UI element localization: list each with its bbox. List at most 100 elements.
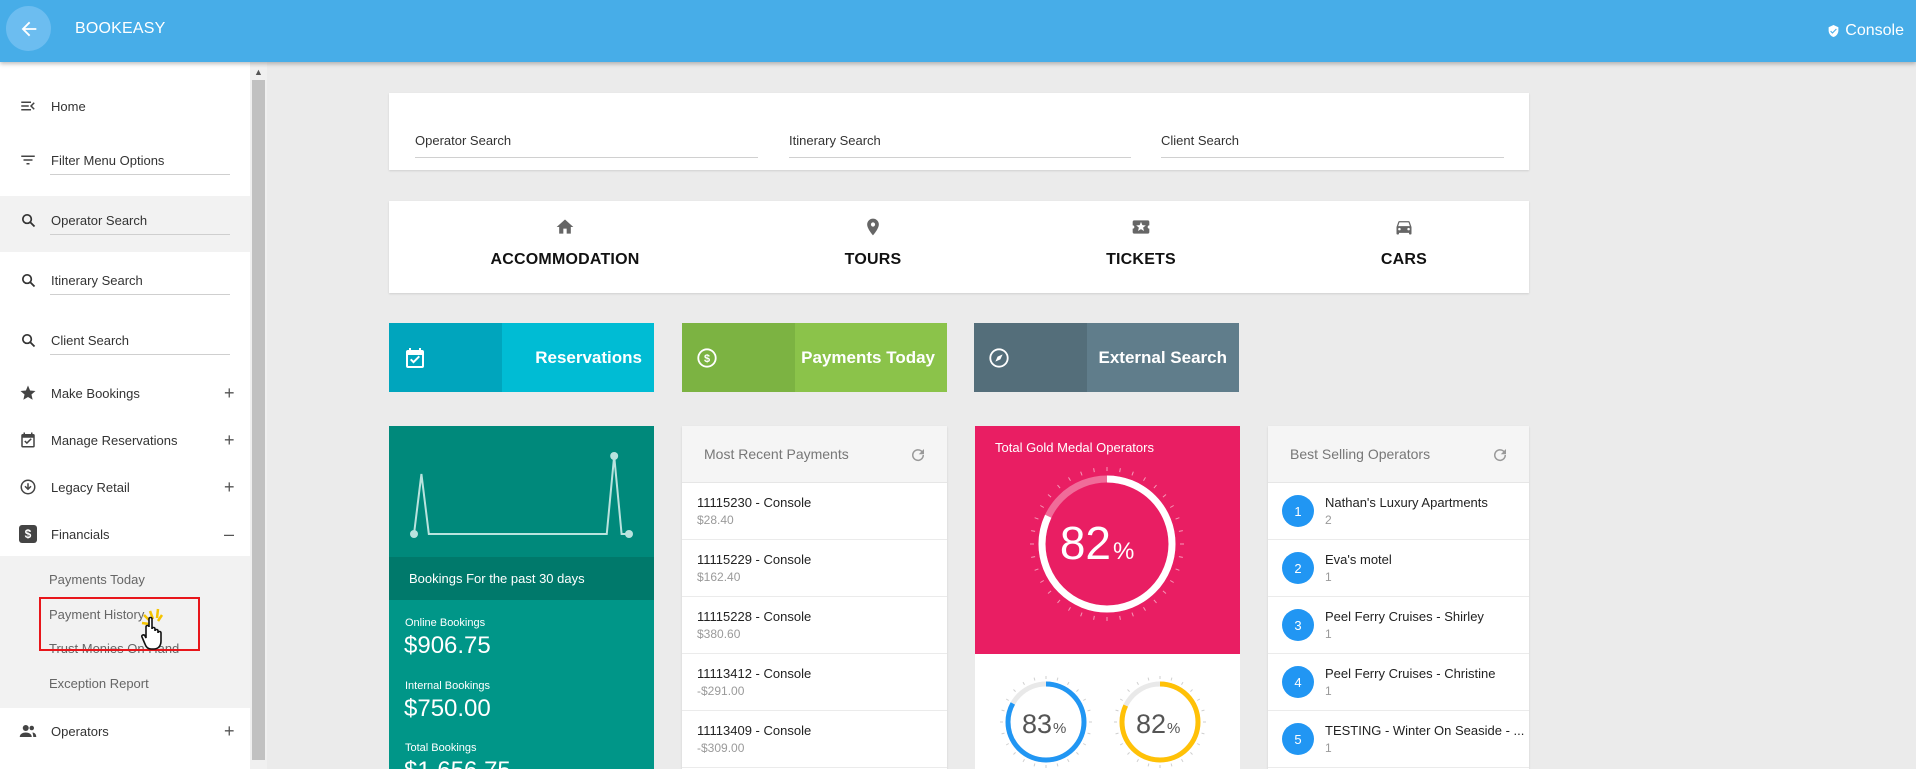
sidebar-operator-search[interactable]: Operator Search <box>0 198 250 242</box>
category-cars[interactable]: CARS <box>1304 201 1504 293</box>
gauge-tick <box>1022 681 1025 686</box>
gauge-tick <box>1001 709 1005 712</box>
sidebar-item-legacy-retail[interactable]: Legacy Retail + <box>0 465 250 509</box>
expand-plus-icon[interactable]: + <box>224 478 235 496</box>
main-gauge: 82 % <box>1030 467 1184 621</box>
submenu-payments-today[interactable]: Payments Today <box>49 572 145 587</box>
operator-row[interactable]: 4 Peel Ferry Cruises - Christine 1 <box>1268 654 1529 711</box>
operator-row[interactable]: 3 Peel Ferry Cruises - Shirley 1 <box>1268 597 1529 654</box>
best-selling-card: Best Selling Operators 1 Nathan's Luxury… <box>1268 426 1529 769</box>
itinerary-search-input[interactable]: Itinerary Search <box>51 273 143 288</box>
gauge-tick <box>1001 732 1005 735</box>
bookings-sparkline <box>410 452 633 538</box>
payment-row[interactable]: 11113412 - Console -$291.00 <box>682 654 947 711</box>
gauge-tick <box>1147 677 1150 681</box>
operator-row[interactable]: 5 TESTING - Winter On Seaside - ... 1 <box>1268 711 1529 768</box>
gauge-tick <box>1068 477 1071 482</box>
bookings-sparkline-area <box>389 426 654 557</box>
category-accommodation[interactable]: ACCOMMODATION <box>465 201 665 293</box>
collapse-minus-icon[interactable]: – <box>224 525 234 543</box>
ticket-icon <box>1132 220 1150 234</box>
payment-row[interactable]: 11115229 - Console $162.40 <box>682 540 947 597</box>
sidebar-item-financials[interactable]: $ Financials – <box>0 512 250 556</box>
gauge-tick <box>1143 477 1146 482</box>
scroll-up-arrow-icon[interactable]: ▲ <box>254 67 263 77</box>
gauge-tick <box>1175 568 1180 571</box>
gold-medal-card: Total Gold Medal Operators 82 % <box>975 426 1240 654</box>
category-tours[interactable]: TOURS <box>773 201 973 293</box>
rank-badge: 5 <box>1282 723 1314 755</box>
panel-title: Best Selling Operators <box>1290 446 1431 462</box>
gauge-tick <box>1196 743 1201 746</box>
total-bookings-label: Total Bookings <box>405 742 477 754</box>
gauge-tick <box>1131 612 1134 617</box>
refresh-icon[interactable] <box>909 446 927 464</box>
payment-row[interactable]: 11113409 - Console -$309.00 <box>682 711 947 768</box>
sparkline-point <box>410 530 418 538</box>
payment-row[interactable]: 11115230 - Console $28.40 <box>682 483 947 540</box>
search-icon <box>18 330 38 350</box>
sidebar-item-operators[interactable]: Operators + <box>0 709 250 753</box>
arrow-left-icon <box>21 21 36 36</box>
filter-icon <box>18 150 38 170</box>
console-link[interactable]: Console <box>1827 22 1904 40</box>
gauge-tick <box>1170 677 1173 681</box>
sidebar-item-label: Filter Menu Options <box>51 152 165 168</box>
itinerary-search-field[interactable]: Itinerary Search <box>789 133 881 149</box>
gauge-tick <box>1067 681 1070 686</box>
payment-row[interactable]: 11115228 - Console $380.60 <box>682 597 947 654</box>
submenu-exception-report[interactable]: Exception Report <box>49 676 149 691</box>
external-search-tile[interactable]: External Search <box>974 323 1239 392</box>
operator-name: Peel Ferry Cruises - Christine <box>1325 666 1496 681</box>
operator-row[interactable]: 1 Nathan's Luxury Apartments 2 <box>1268 483 1529 540</box>
sparkline-point <box>625 530 633 538</box>
payments-today-tile[interactable]: $ Payments Today <box>682 323 947 392</box>
dollar-icon: $ <box>18 524 38 544</box>
back-button[interactable] <box>6 6 51 51</box>
bookings-summary-card: Bookings For the past 30 days Online Boo… <box>389 426 654 769</box>
gauge-tick <box>1178 530 1183 532</box>
sidebar-itinerary-search[interactable]: Itinerary Search <box>0 258 250 302</box>
reservations-tile[interactable]: Reservations <box>389 323 654 392</box>
operator-count: 1 <box>1325 627 1332 641</box>
sidebar-item-filter[interactable]: Filter Menu Options <box>0 138 250 182</box>
payment-amount: -$309.00 <box>697 741 745 755</box>
client-search-underline <box>50 354 230 355</box>
tile-label: Reservations <box>535 348 642 367</box>
yellow-gauge-percent: % <box>1167 720 1180 737</box>
gauge-tick <box>1034 568 1039 571</box>
sidebar-scrollbar[interactable]: ▲ <box>250 62 267 769</box>
scrollbar-thumb[interactable] <box>252 80 265 760</box>
sidebar-item-make-bookings[interactable]: Make Bookings + <box>0 371 250 415</box>
online-bookings-label: Online Bookings <box>405 617 486 629</box>
sidebar-item-home[interactable]: Home <box>0 84 250 128</box>
tile-icon-area: $ <box>682 323 795 392</box>
client-search-field[interactable]: Client Search <box>1161 133 1239 149</box>
recent-payments-card: Most Recent Payments 11115230 - Console … <box>682 426 947 769</box>
sidebar-item-manage-reservations[interactable]: Manage Reservations + <box>0 418 250 462</box>
operator-search-input[interactable]: Operator Search <box>51 213 147 228</box>
rank-badge: 3 <box>1282 609 1314 641</box>
client-search-input[interactable]: Client Search <box>51 333 129 348</box>
tile-icon-area <box>389 323 502 392</box>
star-icon <box>18 383 38 403</box>
category-label: ACCOMMODATION <box>490 251 640 268</box>
gauge-tick <box>1147 763 1150 767</box>
operator-row[interactable]: 2 Eva's motel 1 <box>1268 540 1529 597</box>
expand-plus-icon[interactable]: + <box>224 384 235 402</box>
blue-gauge-percent: % <box>1053 720 1066 737</box>
sparkline-path <box>413 455 629 535</box>
expand-plus-icon[interactable]: + <box>224 722 235 740</box>
category-tickets[interactable]: TICKETS <box>1041 201 1241 293</box>
calendar-check-icon <box>406 347 424 368</box>
gauge-tick <box>1087 709 1091 712</box>
car-icon <box>1396 221 1412 235</box>
operator-search-underline <box>415 157 758 158</box>
payment-amount: $380.60 <box>697 627 741 641</box>
operator-name: TESTING - Winter On Seaside - ... <box>1325 723 1525 738</box>
refresh-icon[interactable] <box>1491 446 1509 464</box>
operator-search-field[interactable]: Operator Search <box>415 133 511 149</box>
gauge-tick <box>1162 590 1167 594</box>
sidebar-client-search[interactable]: Client Search <box>0 318 250 362</box>
expand-plus-icon[interactable]: + <box>224 431 235 449</box>
